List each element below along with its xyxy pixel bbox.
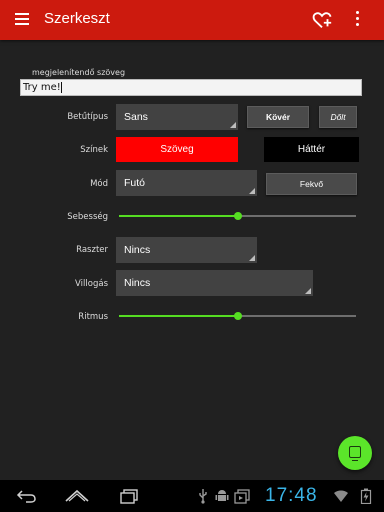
system-nav-bar: 17:48 [0,480,384,512]
spinner-arrow-icon [249,188,255,194]
more-vert-icon[interactable] [352,11,362,29]
heart-plus-icon[interactable] [311,9,333,31]
home-icon[interactable] [64,488,90,504]
display-text-input[interactable]: Try me! [20,79,362,96]
display-fab-button[interactable] [338,436,372,470]
mode-spinner[interactable]: Futó [116,170,257,196]
blinking-spinner-value: Nincs [124,277,151,289]
app-bar: Szerkeszt [0,0,384,40]
spinner-arrow-icon [249,255,255,261]
wifi-icon [334,490,348,502]
menu-icon[interactable] [15,13,29,25]
font-spinner-value: Sans [124,111,148,123]
status-clock: 17:48 [265,485,318,506]
mode-spinner-value: Futó [124,177,146,189]
page-title: Szerkeszt [44,10,110,27]
speed-slider[interactable] [119,212,356,220]
back-icon[interactable] [16,488,38,504]
text-caret [60,81,62,93]
speed-slider-fill [119,215,238,217]
usb-icon [199,489,207,504]
spinner-arrow-icon [305,288,311,294]
rhythm-label: Ritmus [78,312,108,322]
speed-label: Sebesség [67,212,108,222]
spinner-arrow-icon [230,122,236,128]
battery-icon [360,488,372,504]
mode-label: Mód [90,179,108,189]
blinking-spinner[interactable]: Nincs [116,270,313,296]
rhythm-slider[interactable] [119,312,356,320]
font-label: Betűtípus [67,112,108,122]
background-color-button[interactable]: Háttér [264,137,359,162]
rhythm-slider-thumb[interactable] [233,312,242,320]
display-icon [349,446,361,461]
android-icon [215,490,229,501]
font-spinner[interactable]: Sans [116,104,238,130]
colors-label: Színek [80,145,108,155]
text-color-button[interactable]: Szöveg [116,137,238,162]
media-icon [234,489,250,504]
recents-icon[interactable] [118,488,140,504]
raster-spinner[interactable]: Nincs [116,237,257,263]
orientation-button[interactable]: Fekvő [266,173,357,195]
blinking-label: Villogás [75,279,108,289]
italic-button[interactable]: Dőlt [319,106,357,128]
bold-button[interactable]: Kövér [247,106,309,128]
raster-label: Raszter [76,245,108,255]
speed-slider-thumb[interactable] [233,212,242,220]
text-field-label: megjelenítendő szöveg [32,68,126,77]
rhythm-slider-fill [119,315,238,317]
display-text-value: Try me! [23,82,61,93]
raster-spinner-value: Nincs [124,244,151,256]
